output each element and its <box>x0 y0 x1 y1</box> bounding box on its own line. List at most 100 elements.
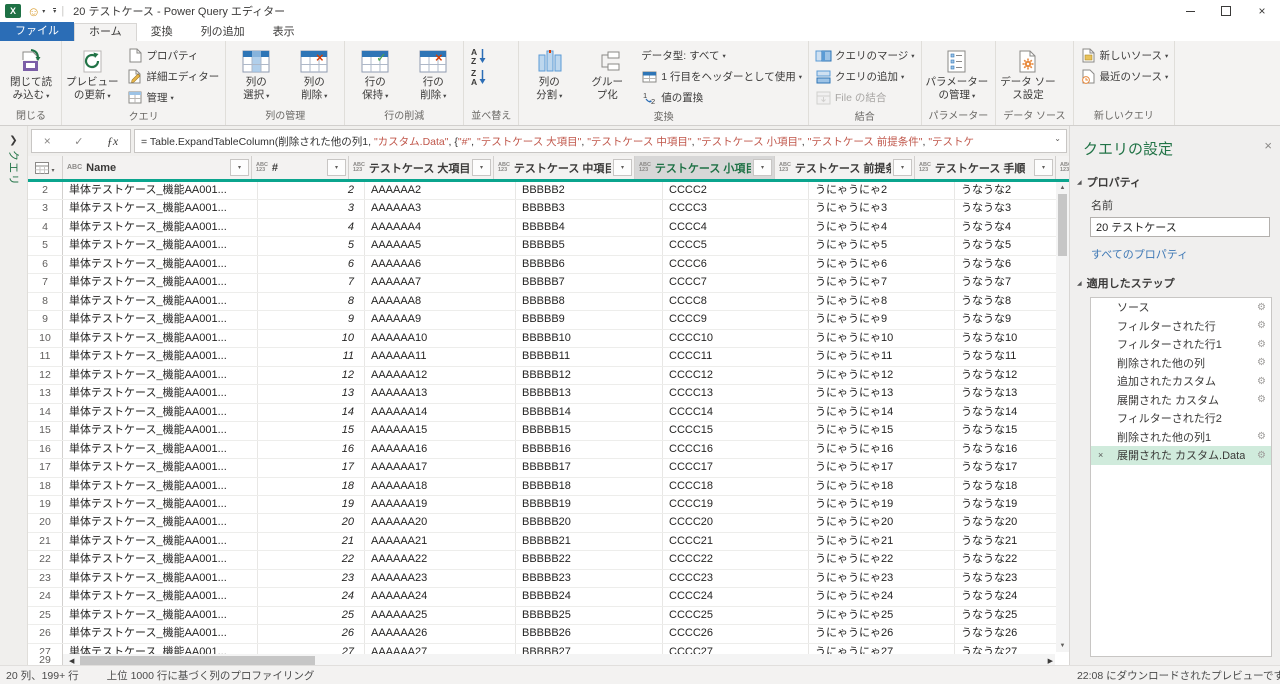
row-number[interactable]: 15 <box>28 422 63 440</box>
grid-cell[interactable]: BBBBB22 <box>516 551 663 569</box>
step-item[interactable]: 削除された他の列 ⚙ <box>1091 354 1271 373</box>
grid-cell[interactable]: BBBBB4 <box>516 218 663 237</box>
row-number[interactable]: 26 <box>28 625 63 643</box>
grid-cell[interactable]: 18 <box>258 477 365 495</box>
grid-cell[interactable]: うにゃうにゃ23 <box>809 569 955 588</box>
grid-cell[interactable]: BBBBB3 <box>516 200 663 218</box>
close-button[interactable]: × <box>1244 0 1280 22</box>
filter-button[interactable]: ▾ <box>613 159 632 176</box>
grid-cell[interactable]: CCCC16 <box>663 440 809 459</box>
choose-columns-button[interactable]: 列の 選択 ▾ <box>227 42 285 103</box>
grid-cell[interactable]: 27 <box>258 643 365 654</box>
profiling-status[interactable]: 上位 1000 行に基づく列のプロファイリング <box>107 668 315 683</box>
grid-cell[interactable]: AAAAAA6 <box>365 255 516 274</box>
row-number[interactable]: 7 <box>28 274 63 292</box>
row-number[interactable]: 5 <box>28 237 63 255</box>
sort-ascending-button[interactable]: AZ <box>465 45 495 66</box>
grid-cell[interactable]: CCCC17 <box>663 459 809 477</box>
grid-cell[interactable]: 4 <box>258 218 365 237</box>
formula-input[interactable]: = Table.ExpandTableColumn(削除された他の列1, "カス… <box>134 129 1067 153</box>
grid-cell[interactable]: CCCC25 <box>663 606 809 625</box>
use-first-row-as-headers-button[interactable]: 1 行目をヘッダーとして使用 ▾ <box>636 66 807 87</box>
grid-cell[interactable]: AAAAAA27 <box>365 643 516 654</box>
grid-cell[interactable]: 11 <box>258 348 365 366</box>
row-number[interactable]: 11 <box>28 348 63 366</box>
row-number[interactable]: 4 <box>28 218 63 237</box>
step-item[interactable]: 削除された他の列1 ⚙ <box>1091 428 1271 447</box>
grid-cell[interactable]: 単体テストケース_機能AA001... <box>63 385 258 403</box>
grid-cell[interactable]: AAAAAA21 <box>365 532 516 551</box>
grid-cell[interactable]: うなうな26 <box>955 625 1069 642</box>
grid-cell[interactable]: 9 <box>258 311 365 329</box>
row-number[interactable]: 13 <box>28 385 63 403</box>
step-item[interactable]: × 展開された カスタム.Data ⚙ <box>1091 446 1271 465</box>
grid-cell[interactable]: 単体テストケース_機能AA001... <box>63 606 258 625</box>
grid-cell[interactable]: うなうな16 <box>955 441 1069 458</box>
grid-cell[interactable]: BBBBB21 <box>516 532 663 551</box>
grid-cell[interactable]: BBBBB16 <box>516 440 663 459</box>
horizontal-scrollbar[interactable]: ◀ <box>63 654 1055 665</box>
grid-cell[interactable]: CCCC22 <box>663 551 809 569</box>
row-number[interactable]: 16 <box>28 440 63 459</box>
grid-cell[interactable]: AAAAAA5 <box>365 237 516 255</box>
confirm-icon[interactable]: ✓ <box>74 135 83 148</box>
column-header[interactable]: ABC Name ▾ <box>63 156 252 179</box>
grid-cell[interactable]: BBBBB9 <box>516 311 663 329</box>
grid-cell[interactable]: 単体テストケース_機能AA001... <box>63 551 258 569</box>
grid-cell[interactable]: 23 <box>258 569 365 588</box>
grid-cell[interactable]: 14 <box>258 403 365 422</box>
grid-cell[interactable]: うにゃうにゃ21 <box>809 532 955 551</box>
grid-cell[interactable]: CCCC2 <box>663 182 809 200</box>
grid-cell[interactable]: AAAAAA10 <box>365 329 516 348</box>
grid-cell[interactable]: うなうな4 <box>955 219 1069 236</box>
column-header[interactable]: ABC123テストケ▾ <box>1056 156 1069 179</box>
horizontal-scroll-thumb[interactable] <box>80 656 316 665</box>
properties-button[interactable]: プロパティ <box>122 45 225 66</box>
feedback-smiley-button[interactable]: ☺ ▾ <box>27 5 45 18</box>
grid-cell[interactable]: うにゃうにゃ13 <box>809 385 955 403</box>
tab-home[interactable]: ホーム <box>74 23 137 41</box>
grid-cell[interactable]: 19 <box>258 495 365 514</box>
remove-rows-button[interactable]: × 行の 削除 ▾ <box>404 42 462 103</box>
grid-cell[interactable]: BBBBB15 <box>516 422 663 440</box>
grid-cell[interactable]: うにゃうにゃ15 <box>809 422 955 440</box>
grid-cell[interactable]: 21 <box>258 532 365 551</box>
tab-add-column[interactable]: 列の追加 <box>187 23 259 41</box>
grid-cell[interactable]: うなうな15 <box>955 422 1069 439</box>
grid-cell[interactable]: AAAAAA25 <box>365 606 516 625</box>
grid-cell[interactable]: CCCC23 <box>663 569 809 588</box>
filter-button[interactable]: ▾ <box>327 159 346 176</box>
grid-cell[interactable]: うにゃうにゃ27 <box>809 643 955 654</box>
grid-cell[interactable]: AAAAAA3 <box>365 200 516 218</box>
grid-cell[interactable]: 単体テストケース_機能AA001... <box>63 495 258 514</box>
minimize-button[interactable] <box>1172 0 1208 22</box>
grid-cell[interactable]: うなうな12 <box>955 367 1069 384</box>
column-header[interactable]: ABC 123 テストケース 小項目 ▾ <box>635 156 775 179</box>
grid-cell[interactable]: 15 <box>258 422 365 440</box>
delete-step-icon[interactable]: × <box>1098 450 1117 460</box>
recent-sources-button[interactable]: 最近のソース ▾ <box>1075 66 1174 87</box>
grid-cell[interactable]: うなうな20 <box>955 514 1069 531</box>
grid-cell[interactable]: うなうな14 <box>955 404 1069 421</box>
grid-cell[interactable]: BBBBB25 <box>516 606 663 625</box>
grid-cell[interactable]: 単体テストケース_機能AA001... <box>63 625 258 643</box>
grid-cell[interactable]: 単体テストケース_機能AA001... <box>63 403 258 422</box>
remove-columns-button[interactable]: × 列の 削除 ▾ <box>285 42 343 103</box>
grid-cell[interactable]: AAAAAA8 <box>365 292 516 311</box>
applied-steps-section-header[interactable]: ◢ 適用したステップ <box>1070 272 1280 295</box>
grid-cell[interactable]: 単体テストケース_機能AA001... <box>63 292 258 311</box>
row-number[interactable]: 17 <box>28 459 63 477</box>
grid-cell[interactable]: うにゃうにゃ6 <box>809 255 955 274</box>
grid-cell[interactable]: うにゃうにゃ3 <box>809 200 955 218</box>
group-by-button[interactable]: グルー プ化 <box>578 42 636 102</box>
grid-cell[interactable]: うなうな22 <box>955 551 1069 568</box>
grid-cell[interactable]: 単体テストケース_機能AA001... <box>63 514 258 532</box>
step-item[interactable]: フィルターされた行2 <box>1091 409 1271 428</box>
row-number[interactable]: 2 <box>28 182 63 200</box>
grid-cell[interactable]: 10 <box>258 329 365 348</box>
all-properties-link[interactable]: すべてのプロパティ <box>1070 244 1280 272</box>
grid-cell[interactable]: うなうな9 <box>955 311 1069 328</box>
row-number[interactable]: 12 <box>28 366 63 385</box>
step-item[interactable]: フィルターされた行1 ⚙ <box>1091 335 1271 354</box>
grid-cell[interactable]: うにゃうにゃ5 <box>809 237 955 255</box>
